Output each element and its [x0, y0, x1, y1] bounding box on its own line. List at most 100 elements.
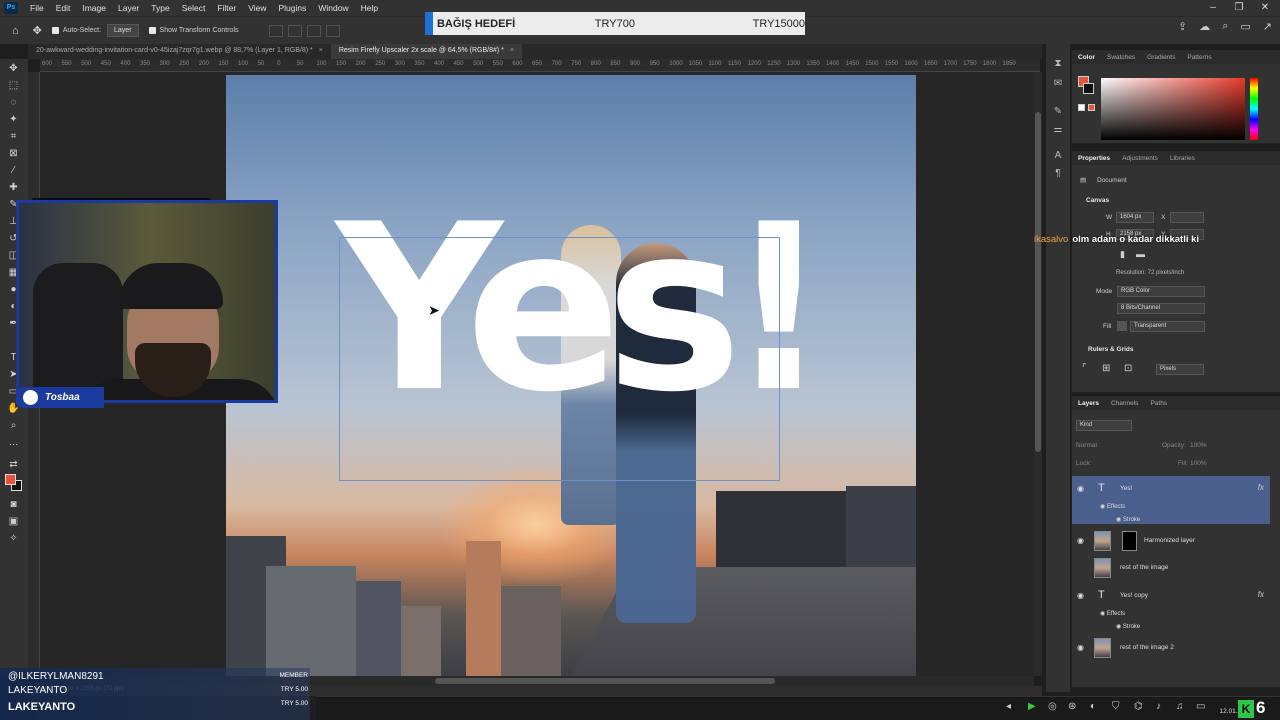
- quick-mask-icon[interactable]: ◙: [7, 499, 20, 511]
- healing-brush-icon[interactable]: ✚: [7, 182, 20, 194]
- horizontal-ruler[interactable]: 600 550 500 450 400 350 300 250 200 150 100 50 0 50 10…: [40, 59, 1040, 72]
- scroll-thumb[interactable]: [435, 678, 775, 684]
- auto-select-checkbox[interactable]: Auto-Select:: [51, 27, 101, 34]
- history-icon[interactable]: ⧗: [1052, 58, 1064, 69]
- character-icon[interactable]: A: [1052, 150, 1064, 161]
- eye-icon[interactable]: ◉: [1077, 591, 1084, 600]
- workspace-icon[interactable]: ▭: [1240, 20, 1250, 33]
- paragraph-icon[interactable]: ¶: [1052, 168, 1064, 179]
- eye-icon[interactable]: ◉: [1077, 484, 1084, 493]
- eye-icon[interactable]: ◉: [1077, 536, 1084, 545]
- portrait-icon[interactable]: ▮: [1120, 249, 1125, 260]
- tab-color[interactable]: Color: [1072, 54, 1101, 61]
- screen-mode-icon[interactable]: ▣: [7, 516, 20, 528]
- tray-app-icon[interactable]: ◂: [1006, 701, 1011, 712]
- adjust-icon[interactable]: ⚌: [1052, 124, 1064, 135]
- distribute-icon[interactable]: [325, 24, 340, 37]
- kind-filter[interactable]: Kind: [1076, 420, 1132, 431]
- units-select[interactable]: Pixels: [1156, 364, 1204, 375]
- close-icon[interactable]: ×: [510, 47, 514, 54]
- tab-patterns[interactable]: Patterns: [1181, 54, 1217, 61]
- play-icon[interactable]: ▶: [1028, 701, 1036, 712]
- mini-swatch[interactable]: [1088, 104, 1095, 111]
- move-tool-icon[interactable]: ✥: [7, 63, 20, 75]
- marquee-tool-icon[interactable]: ⬚: [7, 80, 20, 92]
- menu-select[interactable]: Select: [176, 3, 212, 13]
- magic-wand-icon[interactable]: ✦: [7, 114, 20, 126]
- close-icon[interactable]: ✕: [1252, 0, 1278, 16]
- layer-row-rest-2[interactable]: ◉ rest of the image 2: [1072, 635, 1270, 661]
- document-image[interactable]: Yes!: [226, 75, 916, 676]
- menu-view[interactable]: View: [242, 3, 272, 13]
- tab-libraries[interactable]: Libraries: [1164, 155, 1201, 162]
- layer-row-yes[interactable]: ◉ T Yes! fx: [1072, 476, 1270, 524]
- fx-icon[interactable]: fx: [1258, 483, 1264, 492]
- fill-select[interactable]: Transparent: [1130, 321, 1205, 332]
- eyedropper-icon[interactable]: ⁄: [7, 165, 20, 177]
- layer-row-yes-copy[interactable]: ◉ T Yes! copy fx: [1072, 583, 1270, 609]
- guides-icon[interactable]: ⊡: [1124, 363, 1132, 374]
- mini-swatch[interactable]: [1078, 104, 1085, 111]
- close-icon[interactable]: ×: [319, 47, 323, 54]
- landscape-icon[interactable]: ▬: [1136, 249, 1145, 259]
- tab-channels[interactable]: Channels: [1105, 400, 1144, 407]
- mode-select[interactable]: RGB Color: [1117, 286, 1205, 297]
- align-left-icon[interactable]: [268, 24, 283, 37]
- grid-icon[interactable]: ⊞: [1102, 363, 1110, 374]
- layer-select[interactable]: Layer: [107, 24, 139, 37]
- steam-icon[interactable]: ⊛: [1068, 701, 1076, 712]
- menu-plugins[interactable]: Plugins: [272, 3, 312, 13]
- tab-layers[interactable]: Layers: [1072, 400, 1105, 407]
- tab-swatches[interactable]: Swatches: [1101, 54, 1141, 61]
- blend-mode-select[interactable]: Normal: [1076, 442, 1097, 449]
- align-right-icon[interactable]: [306, 24, 321, 37]
- obs-icon[interactable]: ◎: [1048, 701, 1057, 712]
- tab-firefly-upscaler[interactable]: Resim Firefly Upscaler 2x scale @ 64,5% …: [330, 44, 522, 59]
- swap-colors-icon[interactable]: ⇄: [7, 459, 20, 471]
- x-field[interactable]: [1170, 212, 1204, 223]
- share-icon[interactable]: ⇪: [1178, 20, 1187, 33]
- menu-help[interactable]: Help: [355, 3, 384, 13]
- microphone-icon[interactable]: ♪: [1156, 701, 1161, 712]
- fill-swatch[interactable]: [1117, 321, 1127, 331]
- vertical-scrollbar[interactable]: [1034, 72, 1042, 676]
- menu-type[interactable]: Type: [145, 3, 175, 13]
- menu-edit[interactable]: Edit: [50, 3, 77, 13]
- cloud-icon[interactable]: ☁: [1199, 20, 1210, 33]
- scroll-thumb[interactable]: [1035, 112, 1041, 452]
- align-center-icon[interactable]: [287, 24, 302, 37]
- more-tools-icon[interactable]: …: [7, 437, 20, 449]
- menu-filter[interactable]: Filter: [211, 3, 242, 13]
- tab-paths[interactable]: Paths: [1144, 400, 1173, 407]
- discord-icon[interactable]: ◐: [1090, 701, 1096, 712]
- frame-tool-icon[interactable]: ⊠: [7, 148, 20, 160]
- fill-percent-value[interactable]: 100%: [1190, 460, 1207, 467]
- bg-color-swatch[interactable]: [1083, 83, 1094, 94]
- maximize-icon[interactable]: ❐: [1226, 0, 1252, 16]
- layer-row-harmonized[interactable]: ◉ Harmonized layer: [1072, 528, 1270, 554]
- menu-image[interactable]: Image: [76, 3, 112, 13]
- width-field[interactable]: 1604 px: [1116, 212, 1154, 223]
- lasso-tool-icon[interactable]: ◌: [7, 97, 20, 109]
- tab-properties[interactable]: Properties: [1072, 155, 1116, 162]
- menu-file[interactable]: File: [24, 3, 50, 13]
- foreground-color-swatch[interactable]: [5, 474, 16, 485]
- generative-icon[interactable]: ✧: [7, 533, 20, 545]
- eye-icon[interactable]: ◉: [1077, 643, 1084, 652]
- canvas-section-title[interactable]: Canvas: [1086, 197, 1109, 204]
- menu-layer[interactable]: Layer: [112, 3, 145, 13]
- ruler-icon[interactable]: ⌜: [1082, 363, 1087, 374]
- hue-slider[interactable]: [1250, 78, 1258, 140]
- opacity-value[interactable]: 100%: [1190, 442, 1207, 449]
- minimize-icon[interactable]: –: [1200, 0, 1226, 16]
- tab-gradients[interactable]: Gradients: [1141, 54, 1181, 61]
- home-icon[interactable]: ⌂: [12, 25, 19, 37]
- search-icon[interactable]: ⌕: [1222, 20, 1228, 33]
- color-picker-field[interactable]: [1101, 78, 1245, 140]
- network-icon[interactable]: ⌬: [1134, 701, 1143, 712]
- crop-tool-icon[interactable]: ⌗: [7, 131, 20, 143]
- tab-wedding-card[interactable]: 20-awkward-wedding-invitation-card-v0-45…: [28, 44, 331, 59]
- security-icon[interactable]: ⛉: [1112, 701, 1120, 712]
- bits-select[interactable]: 8 Bits/Channel: [1117, 303, 1205, 314]
- comments-icon[interactable]: ✉: [1052, 78, 1064, 89]
